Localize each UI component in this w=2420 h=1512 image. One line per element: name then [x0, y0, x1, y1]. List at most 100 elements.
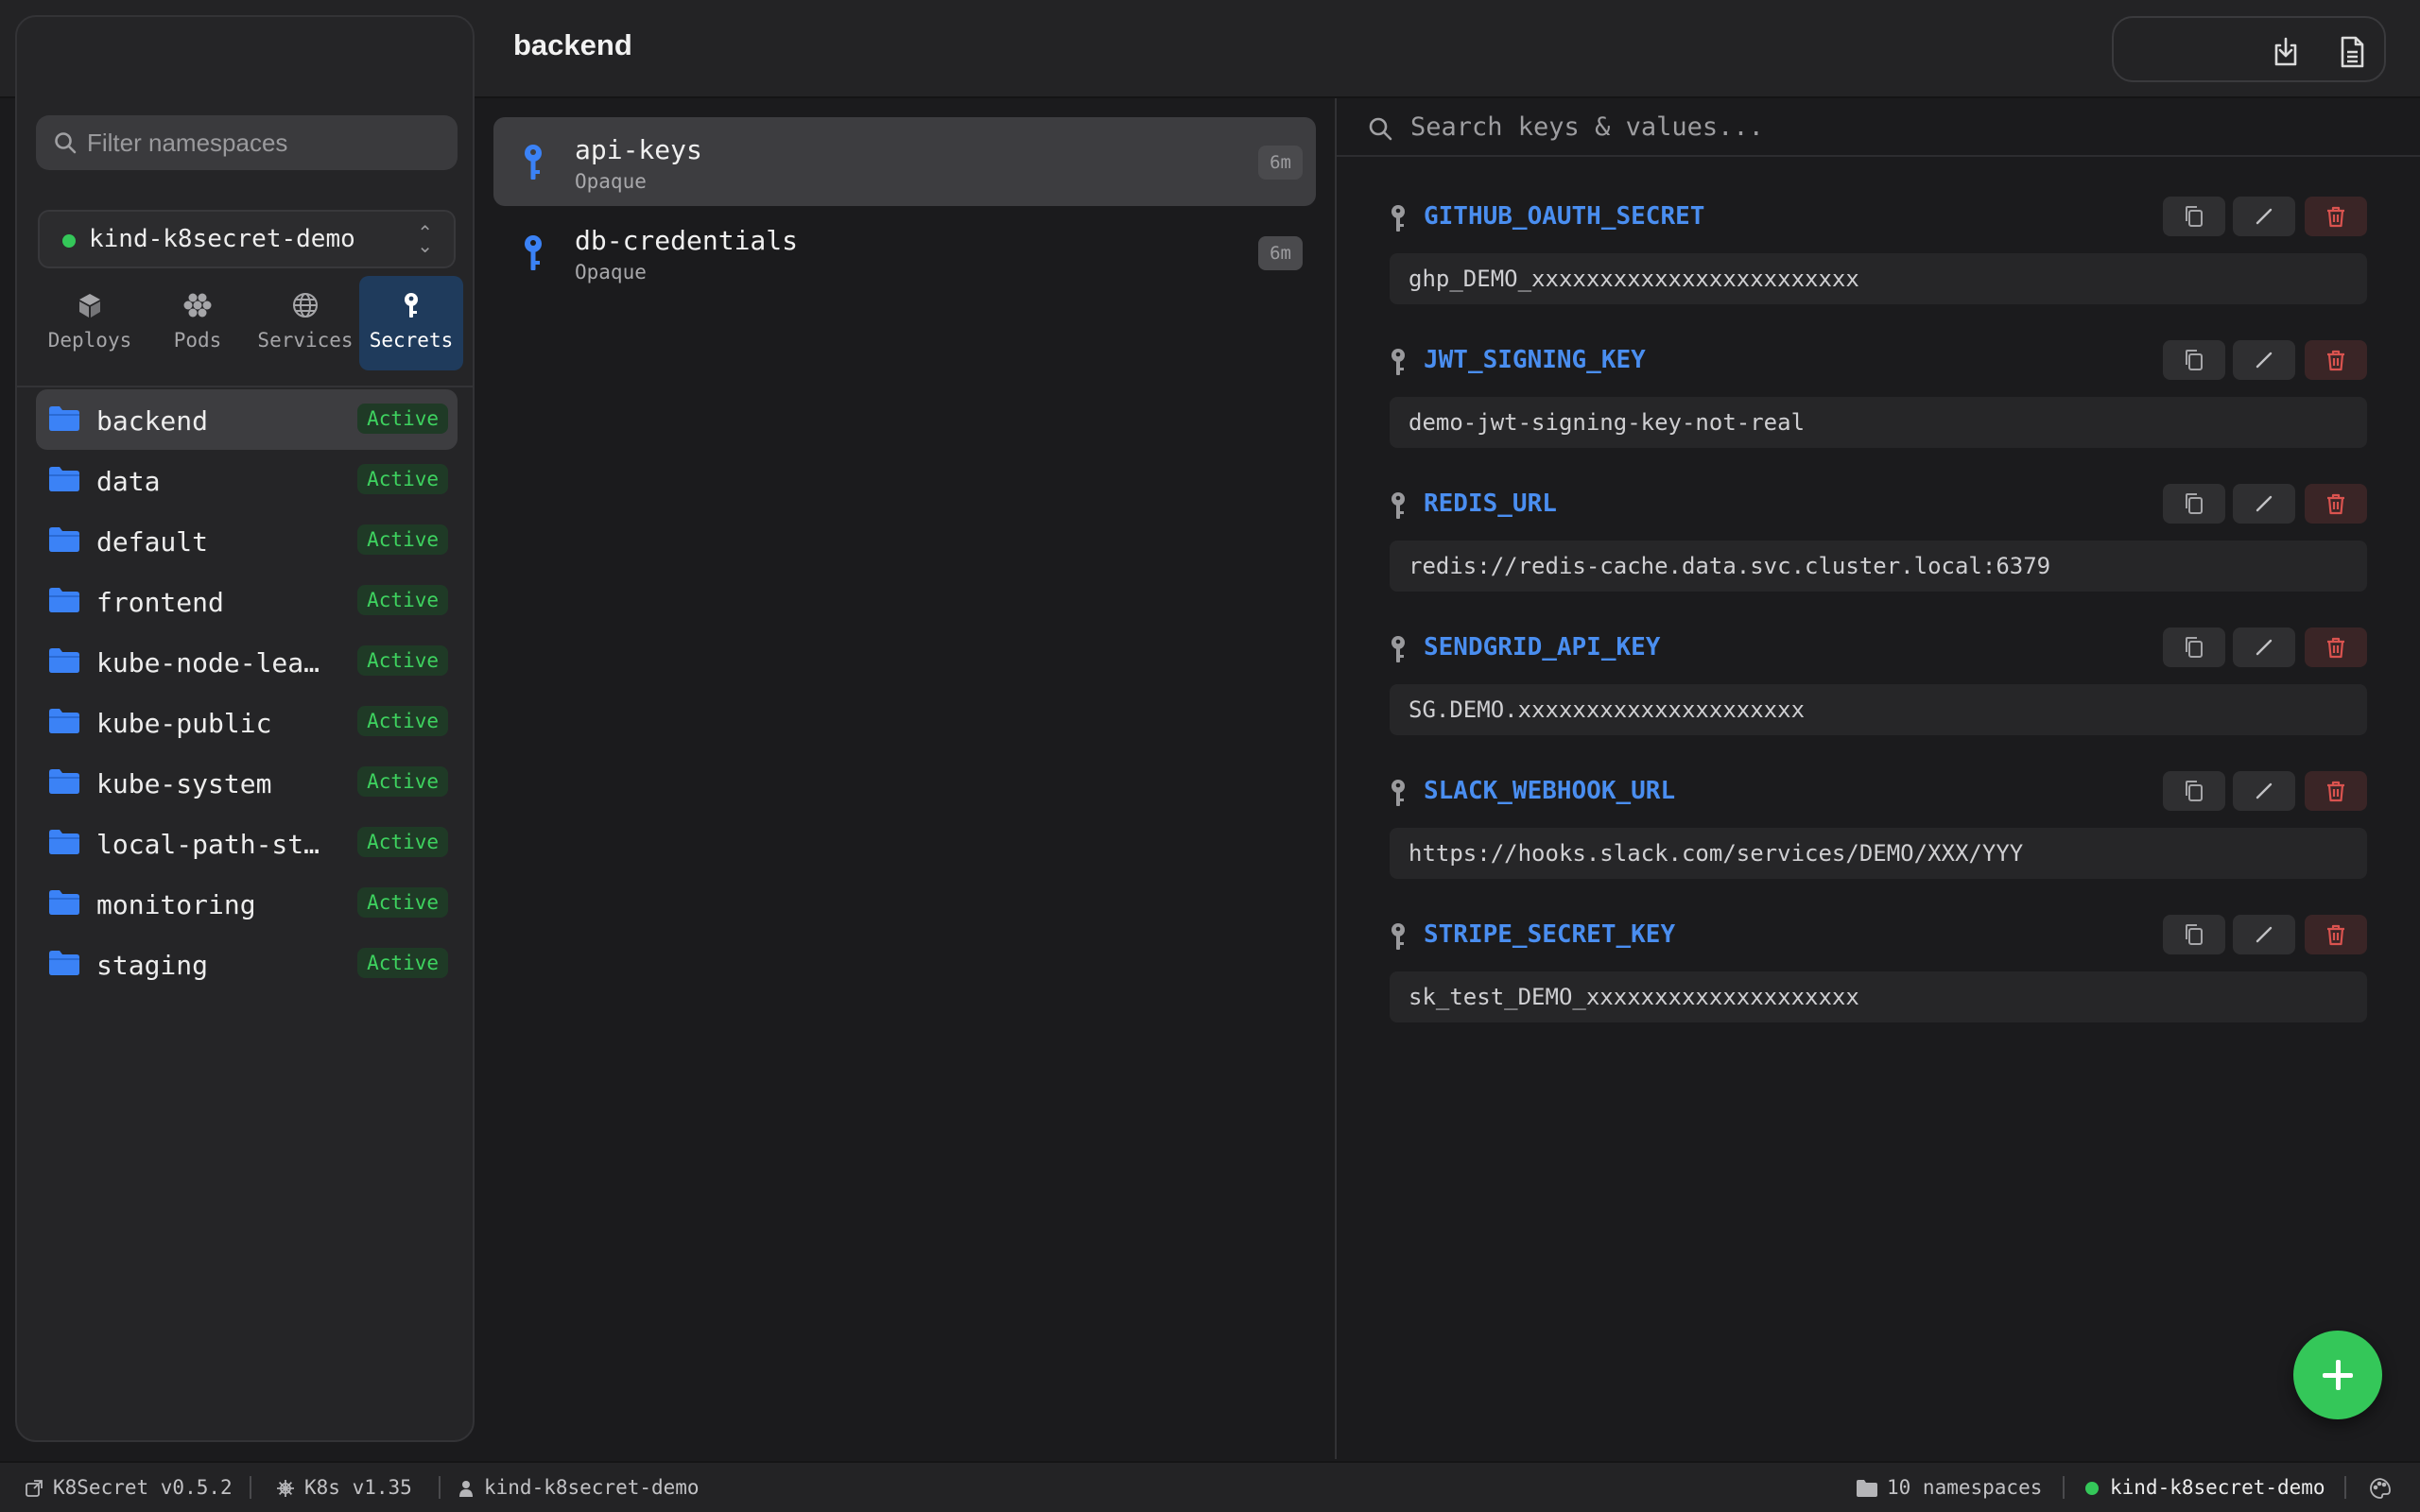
secret-key-name: REDIS_URL [1424, 490, 1557, 518]
namespace-item[interactable]: data Active [36, 450, 458, 510]
cluster-status: kind-k8secret-demo [2085, 1463, 2325, 1512]
sidebar: kind-k8secret-demo ⌃⌄ Deploys Pods Servi… [15, 15, 475, 1442]
namespace-count: 10 namespaces [1857, 1463, 2042, 1512]
resource-tabs: Deploys Pods Services Secrets [38, 276, 463, 370]
status-badge: Active [357, 404, 448, 434]
age-badge: 6m [1258, 146, 1303, 180]
key-value-search [1337, 98, 2420, 157]
secret-key-name: STRIPE_SECRET_KEY [1424, 920, 1676, 949]
copy-button[interactable] [2163, 627, 2225, 667]
divider [250, 1476, 251, 1499]
current-context: kind-k8secret-demo [458, 1463, 700, 1512]
namespace-item[interactable]: local-path-sto… Active [36, 813, 458, 873]
namespace-filter-input[interactable] [87, 115, 446, 170]
trash-icon [2327, 206, 2344, 228]
secret-entry: SLACK_WEBHOOK_URL https://hooks.slack.co… [1390, 771, 2367, 896]
status-bar: K8Secret v0.5.2 K8s v1.35 kind-k8secret-… [0, 1461, 2420, 1512]
namespace-item[interactable]: backend Active [36, 389, 458, 450]
edit-button[interactable] [2233, 627, 2295, 667]
download-icon[interactable] [2267, 33, 2305, 71]
status-badge: Active [357, 645, 448, 676]
entry-actions [2163, 197, 2367, 236]
connected-dot [2085, 1482, 2099, 1495]
edit-button[interactable] [2233, 771, 2295, 811]
external-window-icon [26, 1480, 43, 1497]
namespace-item[interactable]: staging Active [36, 934, 458, 994]
age-badge: 6m [1258, 236, 1303, 270]
copy-button[interactable] [2163, 915, 2225, 954]
namespace-item[interactable]: monitoring Active [36, 873, 458, 934]
copy-icon [2186, 637, 2203, 658]
entry-actions [2163, 484, 2367, 524]
status-badge: Active [357, 524, 448, 555]
folder-icon [49, 467, 79, 491]
secret-value[interactable]: redis://redis-cache.data.svc.cluster.loc… [1390, 541, 2367, 592]
secret-key-name: SLACK_WEBHOOK_URL [1424, 777, 1676, 805]
namespace-item[interactable]: kube-public Active [36, 692, 458, 752]
secret-value[interactable]: SG.DEMO.xxxxxxxxxxxxxxxxxxxxx [1390, 684, 2367, 735]
copy-button[interactable] [2163, 771, 2225, 811]
key-icon [525, 145, 542, 180]
secret-detail: GITHUB_OAUTH_SECRET ghp_DEMO_xxxxxxxxxxx… [1337, 98, 2420, 1459]
namespace-item[interactable]: kube-node-lease Active [36, 631, 458, 692]
folder-icon [49, 951, 79, 975]
secret-value[interactable]: demo-jwt-signing-key-not-real [1390, 397, 2367, 448]
divider [2063, 1476, 2065, 1499]
divider [2344, 1476, 2346, 1499]
cluster-selector[interactable]: kind-k8secret-demo ⌃ ⌄ [38, 210, 456, 268]
secret-entry: GITHUB_OAUTH_SECRET ghp_DEMO_xxxxxxxxxxx… [1390, 197, 2367, 321]
namespace-item[interactable]: kube-system Active [36, 752, 458, 813]
delete-button[interactable] [2305, 915, 2367, 954]
secret-value[interactable]: https://hooks.slack.com/services/DEMO/XX… [1390, 828, 2367, 879]
namespace-filter [36, 115, 458, 170]
entry-actions [2163, 627, 2367, 667]
edit-button[interactable] [2233, 340, 2295, 380]
entry-actions [2163, 340, 2367, 380]
copy-button[interactable] [2163, 197, 2225, 236]
key-icon [1392, 492, 1405, 519]
key-icon [1392, 205, 1405, 232]
secret-entry: JWT_SIGNING_KEY demo-jwt-signing-key-not… [1390, 340, 2367, 465]
namespace-item[interactable]: frontend Active [36, 571, 458, 631]
copy-button[interactable] [2163, 484, 2225, 524]
delete-button[interactable] [2305, 771, 2367, 811]
delete-button[interactable] [2305, 484, 2367, 524]
secret-value[interactable]: sk_test_DEMO_xxxxxxxxxxxxxxxxxxxx [1390, 971, 2367, 1022]
document-icon[interactable] [2333, 33, 2371, 71]
secret-item[interactable]: api-keys Opaque 6m [493, 117, 1316, 206]
secret-item[interactable]: db-credentials Opaque 6m [493, 208, 1316, 297]
key-value-search-input[interactable] [1410, 98, 2394, 155]
copy-icon [2186, 493, 2203, 514]
hexagons-icon [183, 293, 212, 318]
search-icon [55, 132, 77, 154]
trash-icon [2327, 924, 2344, 946]
palette-icon[interactable] [2369, 1463, 2401, 1512]
copy-icon [2186, 206, 2203, 227]
folder-icon [49, 830, 79, 854]
delete-button[interactable] [2305, 627, 2367, 667]
tab-services[interactable]: Services [253, 276, 357, 370]
trash-icon [2327, 350, 2344, 371]
copy-button[interactable] [2163, 340, 2225, 380]
secret-key-name: SENDGRID_API_KEY [1424, 633, 1661, 662]
folder-icon [49, 769, 79, 794]
secret-entry: REDIS_URL redis://redis-cache.data.svc.c… [1390, 484, 2367, 609]
edit-button[interactable] [2233, 915, 2295, 954]
delete-button[interactable] [2305, 197, 2367, 236]
edit-button[interactable] [2233, 484, 2295, 524]
secret-key-name: GITHUB_OAUTH_SECRET [1424, 202, 1705, 231]
status-badge: Active [357, 464, 448, 494]
tab-pods[interactable]: Pods [146, 276, 250, 370]
tab-deploys[interactable]: Deploys [38, 276, 142, 370]
edit-button[interactable] [2233, 197, 2295, 236]
pencil-icon [2256, 495, 2273, 512]
delete-button[interactable] [2305, 340, 2367, 380]
copy-icon [2186, 781, 2203, 801]
key-icon [1392, 780, 1405, 806]
status-badge: Active [357, 948, 448, 978]
secret-value[interactable]: ghp_DEMO_xxxxxxxxxxxxxxxxxxxxxxxx [1390, 253, 2367, 304]
namespace-item[interactable]: default Active [36, 510, 458, 571]
tab-secrets[interactable]: Secrets [359, 276, 463, 370]
status-badge: Active [357, 766, 448, 797]
add-key-button[interactable] [2293, 1331, 2382, 1419]
